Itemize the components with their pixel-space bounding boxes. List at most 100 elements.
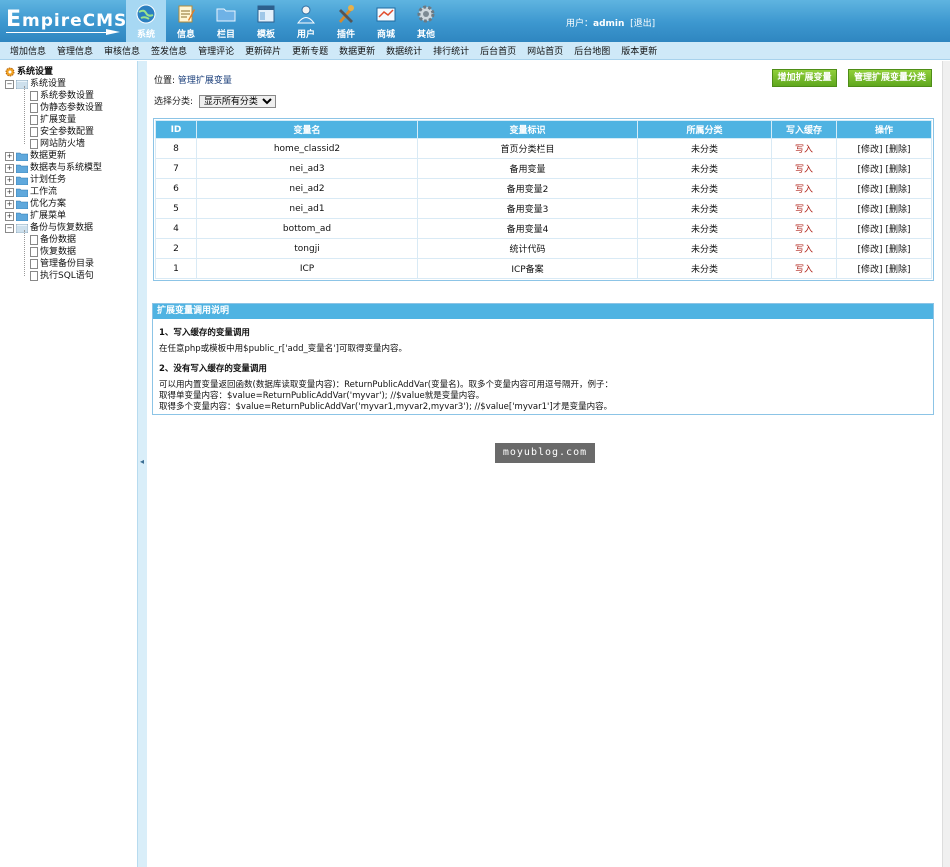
logout-link[interactable]: [退出] bbox=[630, 19, 655, 29]
topnav-item-1[interactable]: 信息 bbox=[166, 0, 206, 42]
subnav-item-2[interactable]: 审核信息 bbox=[104, 44, 140, 57]
subnav-item-3[interactable]: 签发信息 bbox=[151, 44, 187, 57]
topnav-item-7[interactable]: 其他 bbox=[406, 0, 446, 42]
folder-icon bbox=[16, 164, 30, 173]
tree-group-3[interactable]: + 计划任务 bbox=[5, 174, 66, 186]
manage-variable-class-button[interactable]: 管理扩展变量分类 bbox=[848, 69, 932, 87]
sidebar-splitter[interactable]: ◂ bbox=[137, 61, 147, 867]
subnav-item-10[interactable]: 后台首页 bbox=[480, 44, 516, 57]
cell-label: 备用变量 bbox=[417, 158, 638, 179]
topnav-item-4[interactable]: 用户 bbox=[286, 0, 326, 42]
topnav-item-3[interactable]: 模板 bbox=[246, 0, 286, 42]
expand-icon[interactable]: + bbox=[5, 187, 14, 197]
subnav-item-0[interactable]: 增加信息 bbox=[10, 44, 46, 57]
col-category: 所属分类 bbox=[637, 120, 772, 139]
category-select[interactable]: 显示所有分类 bbox=[198, 95, 276, 108]
tree-item-0-2[interactable]: 扩展变量 bbox=[30, 114, 76, 126]
delete-link[interactable]: [删除] bbox=[885, 205, 910, 215]
subnav-item-4[interactable]: 管理评论 bbox=[198, 44, 234, 57]
breadcrumb-link[interactable]: 管理扩展变量 bbox=[178, 76, 232, 86]
open-folder-icon bbox=[16, 223, 30, 233]
tree-group-label: 数据表与系统模型 bbox=[30, 163, 103, 173]
collapse-arrow-icon[interactable]: ◂ bbox=[140, 457, 144, 466]
write-cache-link[interactable]: 写入 bbox=[795, 185, 813, 195]
delete-link[interactable]: [删除] bbox=[885, 245, 910, 255]
edit-link[interactable]: [修改] bbox=[858, 165, 883, 175]
cell-cache: 写入 bbox=[771, 218, 837, 239]
tree-item-0-1[interactable]: 伪静态参数设置 bbox=[30, 102, 103, 114]
write-cache-link[interactable]: 写入 bbox=[795, 165, 813, 175]
subnav-item-8[interactable]: 数据统计 bbox=[386, 44, 422, 57]
tree-root[interactable]: 系统设置 bbox=[5, 66, 53, 78]
write-cache-link[interactable]: 写入 bbox=[795, 265, 813, 275]
cell-cache: 写入 bbox=[771, 178, 837, 199]
tree-group-7[interactable]: − 备份与恢复数据 bbox=[5, 222, 93, 234]
topnav-item-5[interactable]: 插件 bbox=[326, 0, 366, 42]
write-cache-link[interactable]: 写入 bbox=[795, 205, 813, 215]
edit-link[interactable]: [修改] bbox=[858, 205, 883, 215]
tree-item-0-4[interactable]: 网站防火墙 bbox=[30, 138, 85, 150]
edit-link[interactable]: [修改] bbox=[858, 225, 883, 235]
cell-id: 8 bbox=[155, 138, 197, 159]
topnav-item-2[interactable]: 栏目 bbox=[206, 0, 246, 42]
cell-category: 未分类 bbox=[637, 218, 772, 239]
topnav-label: 模板 bbox=[256, 30, 275, 40]
expand-icon[interactable]: + bbox=[5, 199, 14, 209]
subnav-item-7[interactable]: 数据更新 bbox=[339, 44, 375, 57]
info-title: 扩展变量调用说明 bbox=[153, 304, 933, 319]
table-row: 6 nei_ad2 备用变量2 未分类 写入 [修改] [删除] bbox=[155, 178, 932, 199]
cell-name: nei_ad2 bbox=[196, 178, 418, 199]
subnav-item-11[interactable]: 网站首页 bbox=[527, 44, 563, 57]
subnav-item-12[interactable]: 后台地图 bbox=[574, 44, 610, 57]
subnav-item-13[interactable]: 版本更新 bbox=[621, 44, 657, 57]
subnav-item-5[interactable]: 更新碎片 bbox=[245, 44, 281, 57]
delete-link[interactable]: [删除] bbox=[885, 265, 910, 275]
tree-group-1[interactable]: + 数据更新 bbox=[5, 150, 66, 162]
subnav-item-9[interactable]: 排行统计 bbox=[433, 44, 469, 57]
cell-label: 统计代码 bbox=[417, 238, 638, 259]
scrollbar[interactable] bbox=[942, 61, 950, 867]
main-content: 位置: 管理扩展变量 增加扩展变量 管理扩展变量分类 选择分类: 显示所有分类 … bbox=[147, 61, 942, 867]
tree-item-7-3[interactable]: 执行SQL语句 bbox=[30, 270, 94, 282]
expand-icon[interactable]: + bbox=[5, 175, 14, 185]
edit-link[interactable]: [修改] bbox=[858, 245, 883, 255]
tree-item-0-3[interactable]: 安全参数配置 bbox=[30, 126, 94, 138]
cell-name: tongji bbox=[196, 238, 418, 259]
tree-item-7-0[interactable]: 备份数据 bbox=[30, 234, 76, 246]
tree-group-6[interactable]: + 扩展菜单 bbox=[5, 210, 66, 222]
page-icon bbox=[30, 139, 38, 149]
tree-item-7-2[interactable]: 管理备份目录 bbox=[30, 258, 94, 270]
expand-icon[interactable]: + bbox=[5, 163, 14, 173]
write-cache-link[interactable]: 写入 bbox=[795, 245, 813, 255]
collapse-icon[interactable]: − bbox=[5, 79, 14, 89]
col-cache: 写入缓存 bbox=[771, 120, 837, 139]
write-cache-link[interactable]: 写入 bbox=[795, 145, 813, 155]
edit-link[interactable]: [修改] bbox=[858, 145, 883, 155]
tree-group-5[interactable]: + 优化方案 bbox=[5, 198, 66, 210]
add-variable-button[interactable]: 增加扩展变量 bbox=[772, 69, 837, 87]
topnav-item-6[interactable]: 商城 bbox=[366, 0, 406, 42]
tree-root-label: 系统设置 bbox=[17, 67, 54, 77]
edit-link[interactable]: [修改] bbox=[858, 265, 883, 275]
expand-icon[interactable]: + bbox=[5, 151, 14, 161]
expand-icon[interactable]: + bbox=[5, 211, 14, 221]
tree-group-4[interactable]: + 工作流 bbox=[5, 186, 57, 198]
subnav-item-6[interactable]: 更新专题 bbox=[292, 44, 328, 57]
delete-link[interactable]: [删除] bbox=[885, 145, 910, 155]
tree-group-2[interactable]: + 数据表与系统模型 bbox=[5, 162, 102, 174]
tree-group-0[interactable]: − 系统设置 bbox=[5, 78, 66, 90]
delete-link[interactable]: [删除] bbox=[885, 225, 910, 235]
tree-item-7-1[interactable]: 恢复数据 bbox=[30, 246, 76, 258]
page-icon bbox=[30, 235, 38, 245]
delete-link[interactable]: [删除] bbox=[885, 185, 910, 195]
tree-item-0-0[interactable]: 系统参数设置 bbox=[30, 90, 94, 102]
subnav-item-1[interactable]: 管理信息 bbox=[57, 44, 93, 57]
topnav-item-0[interactable]: 系统 bbox=[126, 0, 166, 42]
collapse-icon[interactable]: − bbox=[5, 223, 14, 233]
cell-name: bottom_ad bbox=[196, 218, 418, 239]
cell-actions: [修改] [删除] bbox=[836, 138, 932, 159]
write-cache-link[interactable]: 写入 bbox=[795, 225, 813, 235]
delete-link[interactable]: [删除] bbox=[885, 165, 910, 175]
page-icon bbox=[30, 259, 38, 269]
edit-link[interactable]: [修改] bbox=[858, 185, 883, 195]
